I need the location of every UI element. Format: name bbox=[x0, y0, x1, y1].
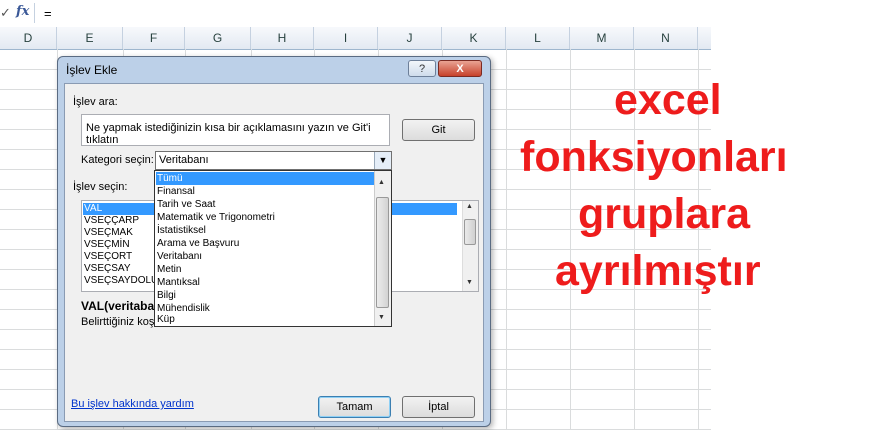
column-header-m[interactable]: M bbox=[570, 27, 634, 49]
formula-bar-divider bbox=[34, 3, 35, 23]
search-label: İşlev ara: bbox=[73, 96, 118, 108]
insert-function-icon[interactable]: fx bbox=[16, 4, 29, 19]
column-header-j[interactable]: J bbox=[378, 27, 442, 49]
column-headers: D E F G H I J K L M N bbox=[0, 27, 711, 50]
function-label: İşlev seçin: bbox=[73, 181, 128, 193]
category-value: Veritabanı bbox=[159, 154, 209, 166]
dropdown-item[interactable]: Finansal bbox=[157, 185, 195, 198]
dropdown-item[interactable]: Arama ve Başvuru bbox=[157, 237, 239, 250]
column-header-e[interactable]: E bbox=[57, 27, 123, 49]
list-item[interactable]: VAL bbox=[84, 203, 102, 215]
list-item[interactable]: VSEÇMAK bbox=[84, 227, 133, 239]
list-item[interactable]: VSEÇORT bbox=[84, 251, 132, 263]
gridline bbox=[570, 49, 571, 430]
dialog-title: İşlev Ekle bbox=[66, 63, 118, 77]
headline-line-3: gruplara bbox=[578, 190, 751, 238]
insert-function-dialog: İşlev Ekle ? X İşlev ara: Ne yapmak iste… bbox=[57, 56, 491, 427]
formula-bar: ✓ fx = bbox=[0, 0, 711, 28]
function-description: Belirttiğiniz koşu bbox=[81, 316, 161, 328]
scroll-down-icon[interactable]: ▼ bbox=[466, 279, 473, 286]
help-button[interactable]: ? bbox=[408, 60, 436, 77]
column-header-f[interactable]: F bbox=[123, 27, 185, 49]
dropdown-item[interactable]: Mantıksal bbox=[157, 276, 200, 289]
list-item[interactable]: VSEÇMİN bbox=[84, 239, 130, 251]
formula-input[interactable]: = bbox=[44, 6, 52, 21]
column-header-n[interactable]: N bbox=[634, 27, 698, 49]
scroll-up-icon[interactable]: ▲ bbox=[466, 203, 473, 210]
scroll-up-icon[interactable]: ▲ bbox=[378, 179, 385, 186]
list-item[interactable]: VSEÇSAYDOLU bbox=[84, 275, 158, 287]
enter-check-icon[interactable]: ✓ bbox=[0, 5, 12, 21]
category-dropdown-list[interactable]: Tümü Finansal Tarih ve Saat Matematik ve… bbox=[154, 170, 392, 327]
category-select[interactable]: Veritabanı ▼ bbox=[155, 151, 392, 170]
headline-line-4: ayrılmıştır bbox=[555, 247, 761, 295]
function-help-link[interactable]: Bu işlev hakkında yardım bbox=[71, 398, 194, 410]
scroll-thumb[interactable] bbox=[464, 219, 476, 245]
search-input[interactable]: Ne yapmak istediğinizin kısa bir açıklam… bbox=[81, 114, 390, 146]
dropdown-highlight bbox=[156, 172, 374, 185]
dropdown-item[interactable]: Matematik ve Trigonometri bbox=[157, 211, 275, 224]
scroll-thumb[interactable] bbox=[376, 197, 389, 308]
headline-line-1: excel bbox=[614, 76, 722, 124]
category-label: Kategori seçin: bbox=[81, 154, 154, 166]
column-header-h[interactable]: H bbox=[251, 27, 314, 49]
dropdown-item[interactable]: Metin bbox=[157, 263, 181, 276]
column-header-i[interactable]: I bbox=[314, 27, 378, 49]
ok-button[interactable]: Tamam bbox=[318, 396, 391, 418]
function-syntax: VAL(veritaba bbox=[81, 299, 155, 313]
cancel-button[interactable]: İptal bbox=[402, 396, 475, 418]
dropdown-item[interactable]: Bilgi bbox=[157, 289, 176, 302]
list-item[interactable]: VSEÇSAY bbox=[84, 263, 131, 275]
dropdown-item[interactable]: Tarih ve Saat bbox=[157, 198, 215, 211]
dropdown-item[interactable]: İstatistiksel bbox=[157, 224, 206, 237]
column-header-l[interactable]: L bbox=[506, 27, 570, 49]
list-item[interactable]: VSEÇÇARP bbox=[84, 215, 139, 227]
gridline bbox=[506, 49, 507, 430]
chevron-down-icon[interactable]: ▼ bbox=[374, 152, 391, 169]
close-button[interactable]: X bbox=[438, 60, 482, 77]
column-header-d[interactable]: D bbox=[0, 27, 57, 49]
scroll-down-icon[interactable]: ▼ bbox=[378, 314, 385, 321]
column-header-g[interactable]: G bbox=[185, 27, 251, 49]
go-button[interactable]: Git bbox=[402, 119, 475, 141]
dropdown-item[interactable]: Küp bbox=[157, 315, 175, 325]
dropdown-item[interactable]: Veritabanı bbox=[157, 250, 202, 263]
dropdown-item[interactable]: Tümü bbox=[157, 172, 183, 185]
headline-line-2: fonksiyonları bbox=[520, 133, 788, 181]
function-list-scrollbar[interactable]: ▲ ▼ bbox=[462, 201, 478, 291]
dropdown-scrollbar[interactable]: ▲ ▼ bbox=[374, 171, 391, 326]
column-header-k[interactable]: K bbox=[442, 27, 506, 49]
